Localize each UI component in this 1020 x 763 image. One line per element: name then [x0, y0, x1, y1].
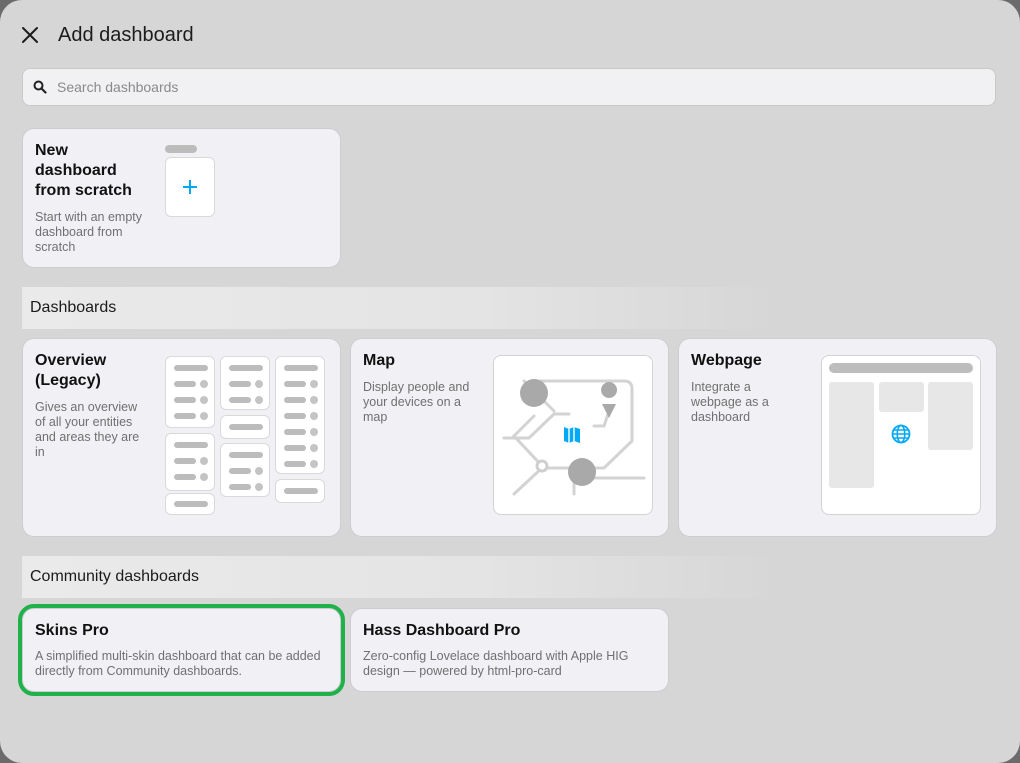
- dialog-header: Add dashboard: [18, 20, 194, 50]
- add-dashboard-dialog: Add dashboard New dashboard from scratch…: [0, 0, 1020, 763]
- card-description: Display people and your devices on a map: [363, 380, 470, 424]
- card-description: Start with an empty dashboard from scrat…: [35, 210, 142, 254]
- preview-card: [165, 493, 215, 515]
- card-description: Integrate a webpage as a dashboard: [691, 380, 769, 424]
- preview-card: [220, 356, 270, 410]
- dialog-title: Add dashboard: [58, 23, 194, 46]
- globe-icon: [891, 424, 911, 444]
- preview-card: [220, 443, 270, 497]
- community-card-skins-pro[interactable]: Skins Pro A simplified multi-skin dashbo…: [18, 604, 345, 696]
- dashboard-card-overview[interactable]: Overview (Legacy) Gives an overview of a…: [22, 338, 341, 537]
- preview-card: [165, 433, 215, 491]
- search-box[interactable]: [22, 68, 996, 106]
- plus-icon: [183, 180, 197, 194]
- card-title: Skins Pro: [35, 622, 109, 639]
- new-dashboard-preview: [165, 157, 215, 217]
- preview-bar: [165, 145, 197, 153]
- card-title: Map: [363, 352, 395, 369]
- section-community-dashboards: Community dashboards: [22, 556, 782, 598]
- dashboard-card-webpage[interactable]: Webpage Integrate a webpage as a dashboa…: [678, 338, 997, 537]
- preview-card: [165, 356, 215, 428]
- map-icon: [564, 427, 580, 443]
- card-title: Hass Dashboard Pro: [363, 622, 521, 639]
- preview-card: [275, 356, 325, 474]
- card-title: Overview (Legacy): [35, 352, 107, 389]
- community-card-hass-dashboard-pro[interactable]: Hass Dashboard Pro Zero-config Lovelace …: [350, 608, 669, 692]
- search-input[interactable]: [55, 78, 959, 96]
- card-title: Webpage: [691, 352, 762, 369]
- card-description: Zero-config Lovelace dashboard with Appl…: [363, 649, 629, 678]
- webpage-preview: [821, 355, 981, 515]
- new-dashboard-card[interactable]: New dashboard from scratch Start with an…: [22, 128, 341, 268]
- card-description: A simplified multi-skin dashboard that c…: [35, 649, 321, 678]
- preview-card: [275, 479, 325, 503]
- card-title: New dashboard from scratch: [35, 142, 132, 199]
- map-preview: [493, 355, 653, 515]
- search-icon: [33, 80, 47, 94]
- card-description: Gives an overview of all your entities a…: [35, 400, 140, 459]
- close-icon: [22, 27, 38, 43]
- dashboard-card-map[interactable]: Map Display people and your devices on a…: [350, 338, 669, 537]
- section-dashboards: Dashboards: [22, 287, 782, 329]
- preview-card: [220, 415, 270, 439]
- close-button[interactable]: [18, 23, 42, 47]
